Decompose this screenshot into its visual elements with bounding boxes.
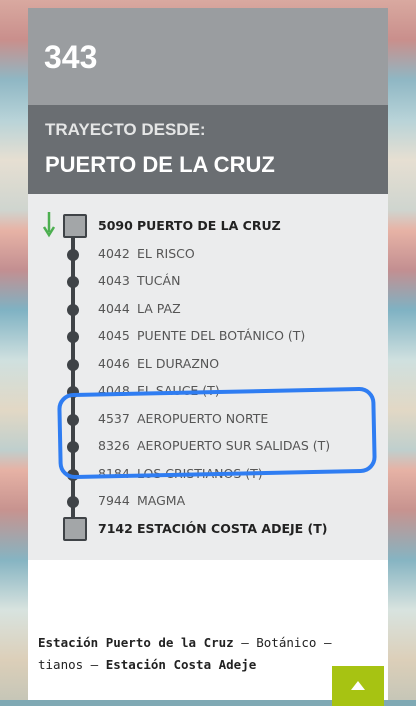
stops-list: 5090 PUERTO DE LA CRUZ 4042 EL RISCO 4043 TUC… bbox=[28, 194, 388, 560]
origin-label: TRAYECTO DESDE: bbox=[45, 120, 206, 139]
route-number: 343 bbox=[44, 39, 98, 75]
stop-name: PUERTO DE LA CRUZ bbox=[137, 218, 281, 233]
origin-name: PUERTO DE LA CRUZ bbox=[45, 152, 275, 177]
stop-name: EL RISCO bbox=[137, 245, 195, 261]
stop-marker bbox=[67, 496, 79, 508]
route-panel: 343 TRAYECTO DESDE: PUERTO DE LA CRUZ 50… bbox=[28, 8, 388, 700]
stop-marker bbox=[67, 248, 79, 261]
stop-code: 4045 bbox=[98, 328, 130, 343]
stop-item[interactable]: 4045 PUENTE DEL BOTÁNICO (T) bbox=[28, 324, 388, 348]
origin-header: TRAYECTO DESDE: PUERTO DE LA CRUZ bbox=[28, 105, 388, 194]
stop-marker bbox=[67, 358, 79, 371]
stop-name: PUENTE DEL BOTÁNICO (T) bbox=[137, 328, 306, 343]
stop-item[interactable]: 7142 ESTACIÓN COSTA ADEJE (T) bbox=[28, 516, 388, 541]
scroll-top-button[interactable] bbox=[332, 666, 384, 706]
stop-code: 4044 bbox=[98, 300, 130, 316]
stop-code: 4046 bbox=[98, 355, 130, 371]
chevron-up-icon bbox=[351, 681, 365, 690]
annotation-highlight bbox=[57, 386, 377, 480]
terminal-stop-marker bbox=[63, 516, 87, 541]
stop-code: 4043 bbox=[98, 273, 130, 288]
stop-code: 7142 bbox=[98, 520, 133, 536]
stop-code: 7944 bbox=[98, 493, 130, 508]
stop-code: 5090 bbox=[98, 218, 133, 233]
stop-name: LA PAZ bbox=[137, 300, 181, 316]
stop-item[interactable]: 5090 PUERTO DE LA CRUZ bbox=[28, 214, 388, 238]
stop-marker bbox=[67, 276, 79, 288]
stop-name: ESTACIÓN COSTA ADEJE (T) bbox=[137, 520, 328, 536]
terminal-stop-marker bbox=[63, 214, 87, 238]
stop-name: MAGMA bbox=[137, 493, 186, 508]
stop-item[interactable]: 4046 EL DURAZNO bbox=[28, 352, 388, 376]
stop-item[interactable]: 4042 EL RISCO bbox=[28, 242, 388, 266]
stop-code: 4042 bbox=[98, 245, 130, 261]
route-header: 343 bbox=[28, 8, 388, 105]
stop-item[interactable]: 7944 MAGMA bbox=[28, 489, 388, 513]
stop-marker bbox=[67, 303, 79, 316]
stop-item[interactable]: 4043 TUCÁN bbox=[28, 269, 388, 293]
stop-item[interactable]: 4044 LA PAZ bbox=[28, 297, 388, 321]
stop-marker bbox=[67, 331, 79, 343]
stop-name: EL DURAZNO bbox=[137, 355, 220, 371]
stop-name: TUCÁN bbox=[137, 273, 181, 288]
